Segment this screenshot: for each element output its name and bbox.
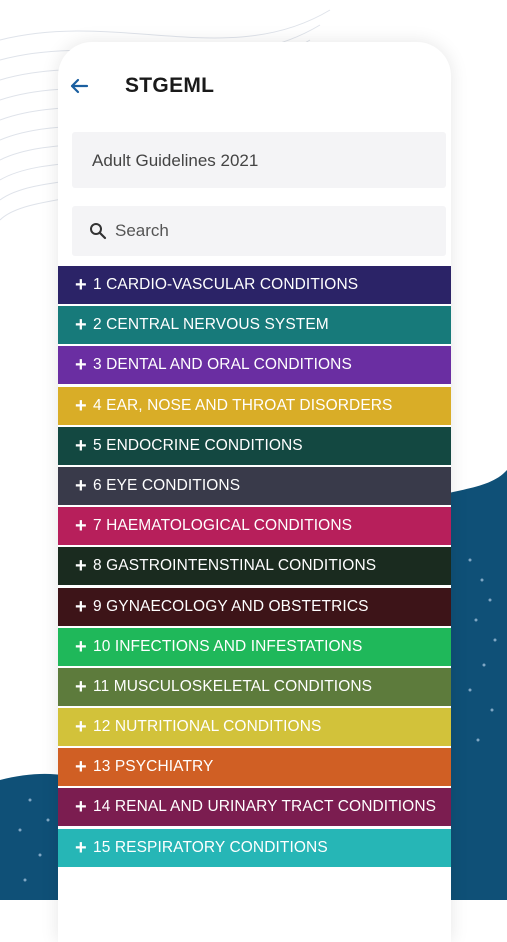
category-item[interactable]: +3 DENTAL AND ORAL CONDITIONS (58, 346, 451, 385)
category-item[interactable]: +1 CARDIO-VASCULAR CONDITIONS (58, 266, 451, 304)
expand-plus-icon: + (75, 675, 87, 698)
category-item[interactable]: +4 EAR, NOSE AND THROAT DISORDERS (58, 386, 451, 425)
expand-plus-icon: + (75, 595, 87, 618)
category-label: 8 GASTROINTENSTINAL CONDITIONS (93, 557, 377, 575)
app-header: STGEML (58, 42, 451, 130)
category-label: 9 GYNAECOLOGY AND OBSTETRICS (93, 597, 369, 615)
category-label: 5 ENDOCRINE CONDITIONS (93, 436, 303, 454)
expand-plus-icon: + (75, 515, 87, 538)
search-icon (90, 223, 107, 240)
expand-plus-icon: + (75, 635, 87, 658)
category-label: 4 EAR, NOSE AND THROAT DISORDERS (93, 396, 393, 414)
guideline-selector[interactable]: Adult Guidelines 2021 (72, 132, 446, 188)
expand-plus-icon: + (75, 836, 87, 859)
expand-plus-icon: + (75, 756, 87, 779)
guideline-selected-value: Adult Guidelines 2021 (92, 151, 259, 170)
category-item[interactable]: +10 INFECTIONS AND INFESTATIONS (58, 627, 451, 666)
category-label: 2 CENTRAL NERVOUS SYSTEM (93, 316, 329, 334)
category-label: 15 RESPIRATORY CONDITIONS (93, 838, 328, 856)
phone-frame: STGEML Adult Guidelines 2021 +1 CARDIO-V… (58, 42, 451, 942)
category-item[interactable]: +14 RENAL AND URINARY TRACT CONDITIONS (58, 788, 451, 827)
category-item[interactable]: +15 RESPIRATORY CONDITIONS (58, 828, 451, 867)
category-item[interactable]: +2 CENTRAL NERVOUS SYSTEM (58, 306, 451, 345)
category-label: 13 PSYCHIATRY (93, 758, 214, 776)
category-item[interactable]: +7 HAEMATOLOGICAL CONDITIONS (58, 507, 451, 546)
category-item[interactable]: +11 MUSCULOSKELETAL CONDITIONS (58, 667, 451, 706)
expand-plus-icon: + (75, 434, 87, 457)
category-label: 11 MUSCULOSKELETAL CONDITIONS (93, 677, 373, 695)
category-label: 10 INFECTIONS AND INFESTATIONS (93, 637, 363, 655)
search-input[interactable] (115, 219, 435, 243)
category-label: 3 DENTAL AND ORAL CONDITIONS (93, 356, 352, 374)
category-label: 1 CARDIO-VASCULAR CONDITIONS (93, 276, 359, 293)
expand-plus-icon: + (75, 474, 87, 497)
expand-plus-icon: + (75, 274, 87, 296)
expand-plus-icon: + (75, 716, 87, 739)
category-item[interactable]: +13 PSYCHIATRY (58, 748, 451, 787)
expand-plus-icon: + (75, 394, 87, 417)
category-item[interactable]: +8 GASTROINTENSTINAL CONDITIONS (58, 547, 451, 586)
category-label: 7 HAEMATOLOGICAL CONDITIONS (93, 517, 353, 535)
arrow-left-icon[interactable] (68, 75, 90, 97)
expand-plus-icon: + (75, 555, 87, 578)
category-item[interactable]: +9 GYNAECOLOGY AND OBSTETRICS (58, 587, 451, 626)
category-list: +1 CARDIO-VASCULAR CONDITIONS +2 CENTRAL … (58, 266, 451, 869)
category-label: 14 RENAL AND URINARY TRACT CONDITIONS (93, 798, 437, 816)
search-bar (72, 206, 446, 256)
expand-plus-icon: + (75, 314, 87, 337)
expand-plus-icon: + (75, 354, 87, 377)
page-title: STGEML (125, 74, 215, 97)
expand-plus-icon: + (75, 796, 87, 819)
category-item[interactable]: +12 NUTRITIONAL CONDITIONS (58, 708, 451, 747)
category-item[interactable]: +6 EYE CONDITIONS (58, 466, 451, 505)
category-label: 6 EYE CONDITIONS (93, 476, 241, 494)
category-label: 12 NUTRITIONAL CONDITIONS (93, 718, 322, 736)
category-item[interactable]: +5 ENDOCRINE CONDITIONS (58, 426, 451, 465)
